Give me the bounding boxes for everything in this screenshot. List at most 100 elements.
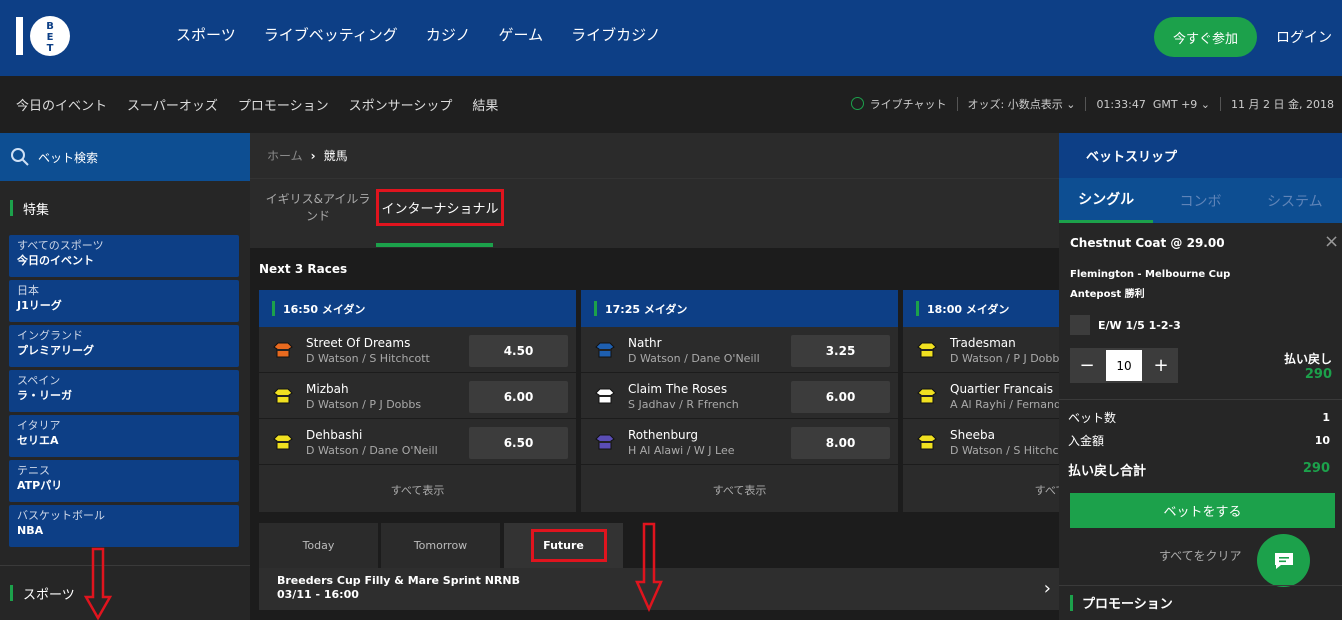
nav-live-betting[interactable]: ライブベッティング bbox=[264, 24, 398, 45]
bet-count-value: 1 bbox=[1322, 411, 1330, 424]
race-card: 16:50 メイダン Street Of Dreams D Watson / S … bbox=[259, 290, 576, 512]
race-card-header[interactable]: 18:00 メイダン bbox=[903, 290, 1059, 327]
featured-item[interactable]: テニス ATPパリ bbox=[9, 460, 239, 502]
nav-sports[interactable]: スポーツ bbox=[176, 24, 236, 45]
chat-icon bbox=[1274, 552, 1293, 569]
tab-system[interactable]: システム bbox=[1248, 178, 1342, 223]
sports-heading[interactable]: スポーツ bbox=[0, 565, 250, 620]
featured-item[interactable]: イタリア セリエA bbox=[9, 415, 239, 457]
featured-item[interactable]: バスケットボール NBA bbox=[9, 505, 239, 547]
ew-checkbox[interactable] bbox=[1070, 315, 1090, 335]
chevron-down-icon: ⌄ bbox=[1066, 98, 1076, 111]
betslip-body: Chestnut Coat @ 29.00 × Flemington - Mel… bbox=[1059, 223, 1342, 620]
svg-text:E: E bbox=[47, 32, 54, 43]
jockey-silk-icon bbox=[595, 342, 615, 358]
show-all-link[interactable]: すべて表示 bbox=[903, 467, 1059, 512]
odds-button[interactable]: 3.25 bbox=[791, 335, 890, 367]
ew-label: E/W 1/5 1-2-3 bbox=[1098, 319, 1181, 332]
red-highlight-annotation bbox=[531, 529, 607, 562]
chevron-down-icon: ⌄ bbox=[1200, 97, 1211, 111]
breadcrumb-home[interactable]: ホーム bbox=[267, 147, 303, 164]
chevron-right-icon: › bbox=[1043, 578, 1051, 599]
runner-row: Tradesman D Watson / P J Dobbs bbox=[903, 327, 1059, 373]
jockey-silk-icon bbox=[917, 434, 937, 450]
race-card-header[interactable]: 16:50 メイダン bbox=[259, 290, 576, 327]
login-link[interactable]: ログイン bbox=[1276, 27, 1332, 47]
runner-row: Mizbah D Watson / P J Dobbs 6.00 bbox=[259, 373, 576, 419]
show-all-link[interactable]: すべて表示 bbox=[259, 467, 576, 512]
plus-icon[interactable]: + bbox=[1144, 348, 1178, 383]
featured-item[interactable]: イングランド プレミアリーグ bbox=[9, 325, 239, 367]
jockey-silk-icon bbox=[917, 342, 937, 358]
odds-button[interactable]: 8.00 bbox=[791, 427, 890, 459]
betslip-tabs: シングル コンボ システム bbox=[1059, 178, 1342, 223]
selection-name: Chestnut Coat @ 29.00 bbox=[1070, 236, 1225, 250]
sub-nav: 今日のイベント スーパーオッズ プロモーション スポンサーシップ 結果 ライブチ… bbox=[0, 76, 1342, 133]
nav-live-casino[interactable]: ライブカジノ bbox=[571, 24, 661, 45]
featured-item[interactable]: スペイン ラ・リーガ bbox=[9, 370, 239, 412]
betslip-panel: ベットスリップ シングル コンボ システム Chestnut Coat @ 29… bbox=[1059, 133, 1342, 620]
selection-event: Flemington - Melbourne Cup bbox=[1070, 269, 1231, 280]
active-tab-indicator bbox=[376, 243, 493, 247]
top-header: B E T スポーツ ライブベッティング カジノ ゲーム ライブカジノ 今すぐ参… bbox=[0, 0, 1342, 76]
jockey-silk-icon bbox=[595, 388, 615, 404]
odds-button[interactable]: 6.50 bbox=[469, 427, 568, 459]
nav-games[interactable]: ゲーム bbox=[499, 24, 544, 45]
left-sidebar: ベット検索 特集 すべてのスポーツ 今日のイベント 日本 J1リーグ イングランドプ… bbox=[0, 133, 250, 620]
featured-item[interactable]: すべてのスポーツ 今日のイベント bbox=[9, 235, 239, 277]
race-card-header[interactable]: 17:25 メイダン bbox=[581, 290, 898, 327]
clock-select[interactable]: 01:33:47 GMT +9 ⌄ bbox=[1096, 98, 1210, 111]
featured-item[interactable]: 日本 J1リーグ bbox=[9, 280, 239, 322]
nav-casino[interactable]: カジノ bbox=[426, 24, 471, 45]
chat-bubble-button[interactable] bbox=[1257, 534, 1310, 587]
odds-button[interactable]: 4.50 bbox=[469, 335, 568, 367]
promotions-heading[interactable]: プロモーション bbox=[1070, 593, 1173, 612]
live-chat-link[interactable]: ライブチャット bbox=[850, 96, 947, 112]
place-bet-button[interactable]: ベットをする bbox=[1070, 493, 1335, 528]
odds-button[interactable]: 6.00 bbox=[469, 381, 568, 413]
subnav-sponsorship[interactable]: スポンサーシップ bbox=[349, 95, 453, 114]
red-down-arrow-annotation bbox=[84, 547, 112, 620]
10bet-logo[interactable]: B E T bbox=[14, 13, 76, 59]
breadcrumb-current: 競馬 bbox=[323, 149, 348, 163]
svg-text:B: B bbox=[46, 21, 54, 32]
close-icon[interactable]: × bbox=[1324, 231, 1339, 252]
join-button[interactable]: 今すぐ参加 bbox=[1154, 17, 1257, 57]
odds-format-select[interactable]: オッズ: 小数点表示 ⌄ bbox=[968, 96, 1076, 112]
runner-row: Quartier FrancaisA Al Rayhi / Fernando J… bbox=[903, 373, 1059, 419]
betslip-title: ベットスリップ bbox=[1059, 133, 1342, 178]
minus-icon[interactable]: − bbox=[1070, 348, 1104, 383]
runner-row: Claim The Roses S Jadhav / R Ffrench 6.00 bbox=[581, 373, 898, 419]
tab-today[interactable]: Today bbox=[259, 523, 378, 568]
current-date: 11 月 2 日 金, 2018 bbox=[1231, 98, 1334, 111]
runner-row: Nathr D Watson / Dane O'Neill 3.25 bbox=[581, 327, 898, 373]
show-all-link[interactable]: すべて表示 bbox=[581, 467, 898, 512]
stake-input[interactable]: 10 bbox=[1106, 350, 1142, 381]
subnav-today[interactable]: 今日のイベント bbox=[16, 95, 107, 114]
subnav-promotions[interactable]: プロモーション bbox=[238, 95, 329, 114]
selection-market: Antepost 勝利 bbox=[1070, 289, 1145, 300]
tab-international[interactable]: インターナショナル bbox=[376, 189, 504, 226]
stake-stepper: − 10 + bbox=[1070, 348, 1178, 383]
race-cards: 16:50 メイダン Street Of Dreams D Watson / S … bbox=[259, 290, 1059, 512]
stake-total-label: 入金額 bbox=[1068, 434, 1105, 448]
total-returns-label: 払い戻し合計 bbox=[1068, 464, 1147, 479]
next-races-title: Next 3 Races bbox=[259, 262, 348, 276]
tab-uk-ireland[interactable]: イギリス&アイルランド bbox=[262, 191, 374, 225]
tab-tomorrow[interactable]: Tomorrow bbox=[381, 523, 500, 568]
clear-all-link[interactable]: すべてをクリア bbox=[1159, 547, 1241, 564]
returns-value: 290 bbox=[1304, 367, 1332, 382]
main-nav: スポーツ ライブベッティング カジノ ゲーム ライブカジノ bbox=[176, 24, 661, 45]
search-icon bbox=[11, 148, 29, 166]
bet-search[interactable]: ベット検索 bbox=[0, 133, 250, 181]
tab-single[interactable]: シングル bbox=[1059, 178, 1154, 223]
subnav-results[interactable]: 結果 bbox=[472, 95, 498, 114]
region-tabs: イギリス&アイルランド インターナショナル bbox=[250, 178, 1059, 248]
race-card: 18:00 メイダン Tradesman D Watson / P J Dobbs… bbox=[903, 290, 1059, 512]
subnav-super-odds[interactable]: スーパーオッズ bbox=[127, 95, 218, 114]
odds-button[interactable]: 6.00 bbox=[791, 381, 890, 413]
tab-combo[interactable]: コンボ bbox=[1153, 178, 1247, 223]
jockey-silk-icon bbox=[917, 388, 937, 404]
race-card: 17:25 メイダン Nathr D Watson / Dane O'Neill 3… bbox=[581, 290, 898, 512]
jockey-silk-icon bbox=[595, 434, 615, 450]
